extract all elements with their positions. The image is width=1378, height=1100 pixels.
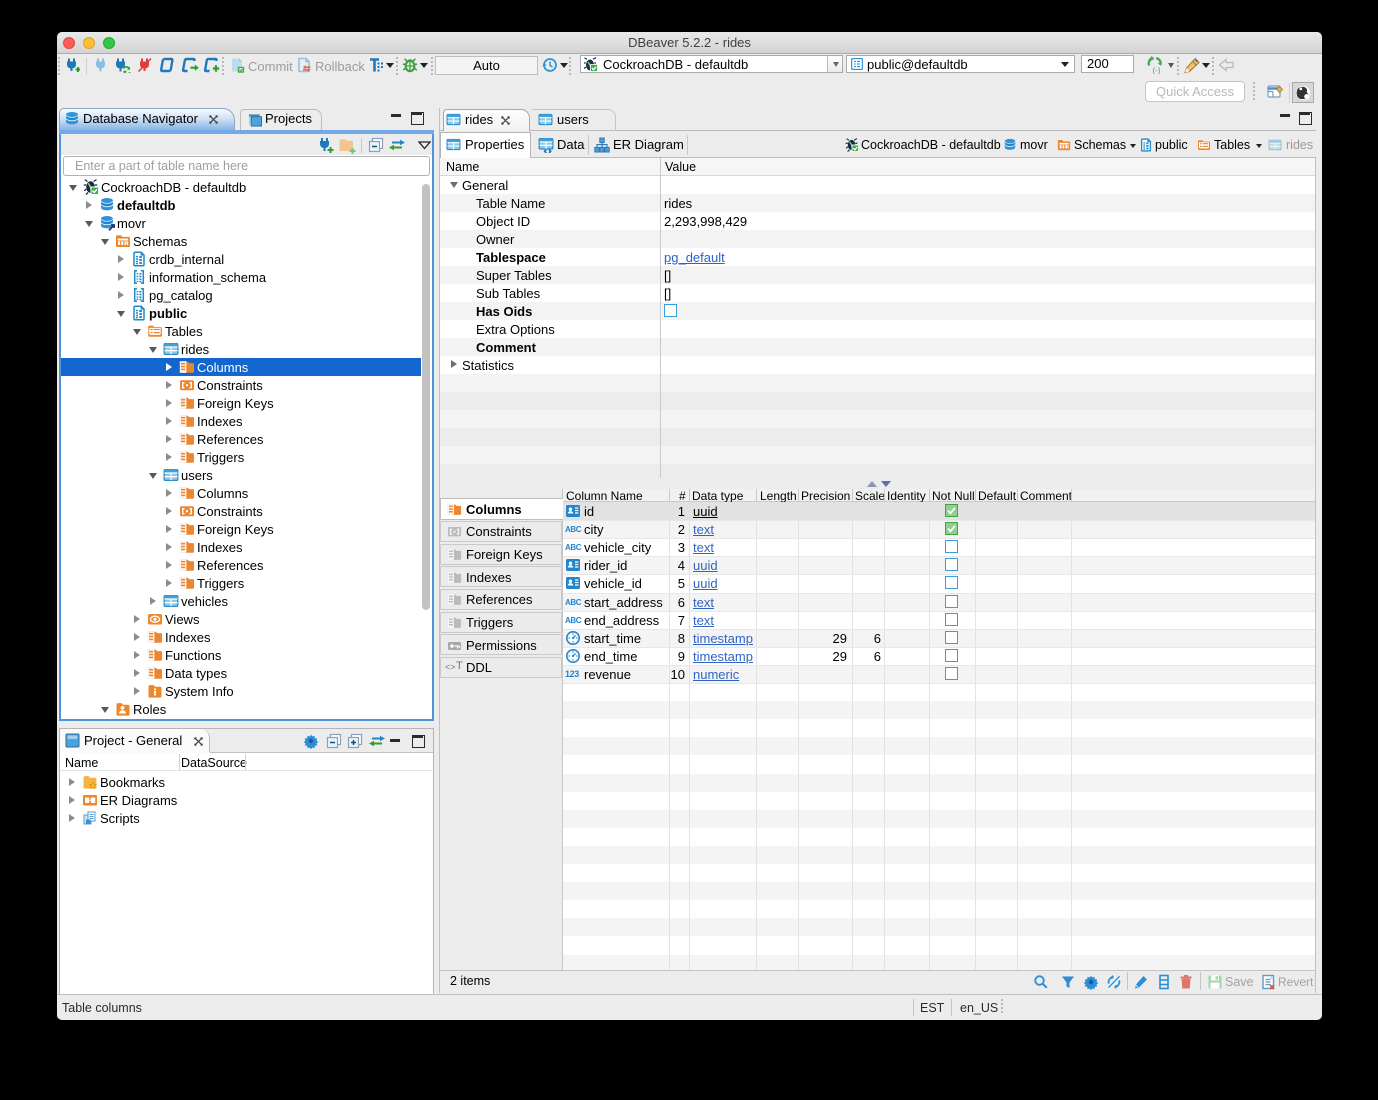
svg-text:(-): (-): [1153, 66, 1161, 74]
